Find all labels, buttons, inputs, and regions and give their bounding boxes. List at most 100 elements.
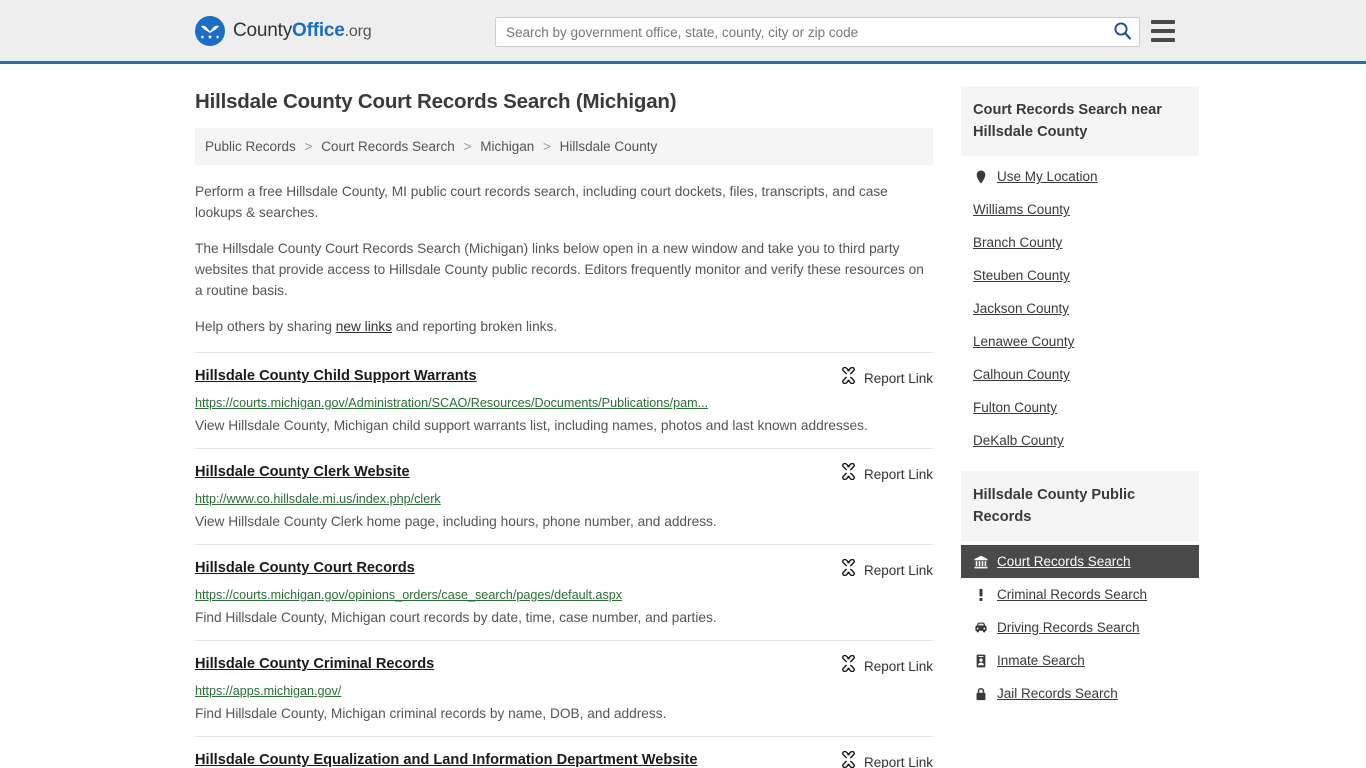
result-header: Hillsdale County Clerk Website Report Lin… [195,462,933,485]
sidebar: Court Records Search near Hillsdale Coun… [961,64,1199,724]
result-item: Hillsdale County Equalization and Land I… [195,736,933,768]
broken-link-icon [840,366,857,389]
sidebar-item-dekalb-county[interactable]: DeKalb County [961,424,1199,457]
result-title-link[interactable]: Hillsdale County Child Support Warrants [195,366,477,386]
hamburger-bar-2 [1151,29,1175,33]
intro-text: Perform a free Hillsdale County, MI publ… [195,181,933,337]
sidebar-item-label: Lenawee County [973,334,1075,349]
new-links-link[interactable]: new links [336,319,392,334]
main-content: Hillsdale County Court Records Search (M… [195,64,933,768]
sidebar-item-label: Court Records Search [997,554,1131,569]
result-url[interactable]: https://courts.michigan.gov/opinions_ord… [195,587,933,604]
result-description: Find Hillsdale County, Michigan court re… [195,610,717,625]
sidebar-item-label: Williams County [973,202,1070,217]
report-link-button[interactable]: Report Link [840,462,933,485]
sidebar-item-lenawee-county[interactable]: Lenawee County [961,325,1199,358]
sidebar-item-label: Branch County [973,235,1063,250]
result-description: View Hillsdale County Clerk home page, i… [195,514,717,529]
public-records-heading: Hillsdale County Public Records [961,471,1199,541]
nearby-search-list: Use My Location Williams County Branch Cou… [961,156,1199,457]
sidebar-item-label: Steuben County [973,268,1070,283]
sidebar-item-driving-records-search[interactable]: Driving Records Search [961,611,1199,644]
sidebar-item-jackson-county[interactable]: Jackson County [961,292,1199,325]
brand-part-org: .org [344,22,372,40]
sidebar-item-branch-county[interactable]: Branch County [961,226,1199,259]
sidebar-item-inmate-search[interactable]: Inmate Search [961,644,1199,677]
report-link-label: Report Link [863,658,933,674]
result-header: Hillsdale County Child Support Warrants R… [195,366,933,389]
map-pin-icon [973,170,988,184]
broken-link-icon [840,462,857,485]
sidebar-item-label: DeKalb County [973,433,1064,448]
sidebar-item-label: Fulton County [973,400,1058,415]
result-title-link[interactable]: Hillsdale County Clerk Website [195,462,410,482]
page-container: Hillsdale County Court Records Search (M… [0,64,1366,768]
search-input[interactable] [496,18,1105,46]
result-header: Hillsdale County Equalization and Land I… [195,750,933,768]
site-header: CountyOffice.org [0,0,1366,64]
sidebar-item-label: Use My Location [997,169,1098,184]
hamburger-bar-1 [1151,20,1175,24]
result-header: Hillsdale County Court Records Report Lin… [195,558,933,581]
nearby-search-heading: Court Records Search near Hillsdale Coun… [961,86,1199,156]
sidebar-item-label: Inmate Search [997,653,1085,668]
report-link-label: Report Link [863,754,933,768]
search-bar[interactable] [495,17,1140,47]
result-url[interactable]: http://www.co.hillsdale.mi.us/index.php/… [195,491,933,508]
report-link-button[interactable]: Report Link [840,366,933,389]
search-button[interactable] [1105,18,1139,46]
sidebar-item-label: Jail Records Search [997,686,1118,701]
sidebar-item-court-records-search[interactable]: Court Records Search [961,545,1199,578]
sidebar-item-jail-records-search[interactable]: Jail Records Search [961,677,1199,710]
search-icon [1113,21,1132,43]
result-item: Hillsdale County Clerk Website Report Lin… [195,448,933,544]
sidebar-item-criminal-records-search[interactable]: Criminal Records Search [961,578,1199,611]
broken-link-icon [840,558,857,581]
eagle-seal-icon [195,15,225,46]
result-title-link[interactable]: Hillsdale County Equalization and Land I… [195,750,697,768]
sidebar-item-fulton-county[interactable]: Fulton County [961,391,1199,424]
site-logo-text: CountyOffice.org [233,19,372,42]
lock-icon [973,687,988,701]
sidebar-item-williams-county[interactable]: Williams County [961,193,1199,226]
report-link-button[interactable]: Report Link [840,750,933,768]
sidebar-item-use-my-location[interactable]: Use My Location [961,160,1199,193]
sidebar-item-label: Driving Records Search [997,620,1140,635]
brand-part-office: Office [292,19,345,41]
breadcrumb-item-2[interactable]: Michigan [480,139,534,154]
report-link-button[interactable]: Report Link [840,654,933,677]
intro-paragraph-0: Perform a free Hillsdale County, MI publ… [195,184,888,220]
result-url[interactable]: https://apps.michigan.gov/ [195,683,933,700]
breadcrumb-item-1[interactable]: Court Records Search [321,139,455,154]
result-url[interactable]: https://courts.michigan.gov/Administrati… [195,395,933,412]
breadcrumb-item-3[interactable]: Hillsdale County [560,139,658,154]
breadcrumb: Public Records > Court Records Search > … [195,128,933,165]
help-prefix: Help others by sharing [195,319,336,334]
broken-link-icon [840,750,857,768]
help-suffix: and reporting broken links. [392,319,558,334]
sidebar-item-calhoun-county[interactable]: Calhoun County [961,358,1199,391]
public-records-card: Hillsdale County Public Records Court Re… [961,471,1199,710]
report-link-label: Report Link [863,370,933,386]
result-title-link[interactable]: Hillsdale County Criminal Records [195,654,434,674]
sidebar-item-label: Calhoun County [973,367,1070,382]
breadcrumb-separator-1: > [463,139,472,154]
sidebar-item-steuben-county[interactable]: Steuben County [961,259,1199,292]
courthouse-icon [973,555,988,569]
result-item: Hillsdale County Criminal Records Report … [195,640,933,736]
sidebar-item-label: Criminal Records Search [997,587,1148,602]
public-records-list: Court Records Search Criminal Records Sea… [961,541,1199,710]
site-logo[interactable]: CountyOffice.org [195,15,372,46]
report-link-label: Report Link [863,562,933,578]
broken-link-icon [840,654,857,677]
result-title-link[interactable]: Hillsdale County Court Records [195,558,415,578]
result-item: Hillsdale County Court Records Report Lin… [195,544,933,640]
result-description: Find Hillsdale County, Michigan criminal… [195,706,667,721]
report-link-button[interactable]: Report Link [840,558,933,581]
help-paragraph: Help others by sharing new links and rep… [195,316,933,337]
page-title: Hillsdale County Court Records Search (M… [195,90,677,113]
menu-button[interactable] [1151,20,1175,42]
result-header: Hillsdale County Criminal Records Report … [195,654,933,677]
breadcrumb-item-0[interactable]: Public Records [205,139,296,154]
car-icon [973,621,988,635]
